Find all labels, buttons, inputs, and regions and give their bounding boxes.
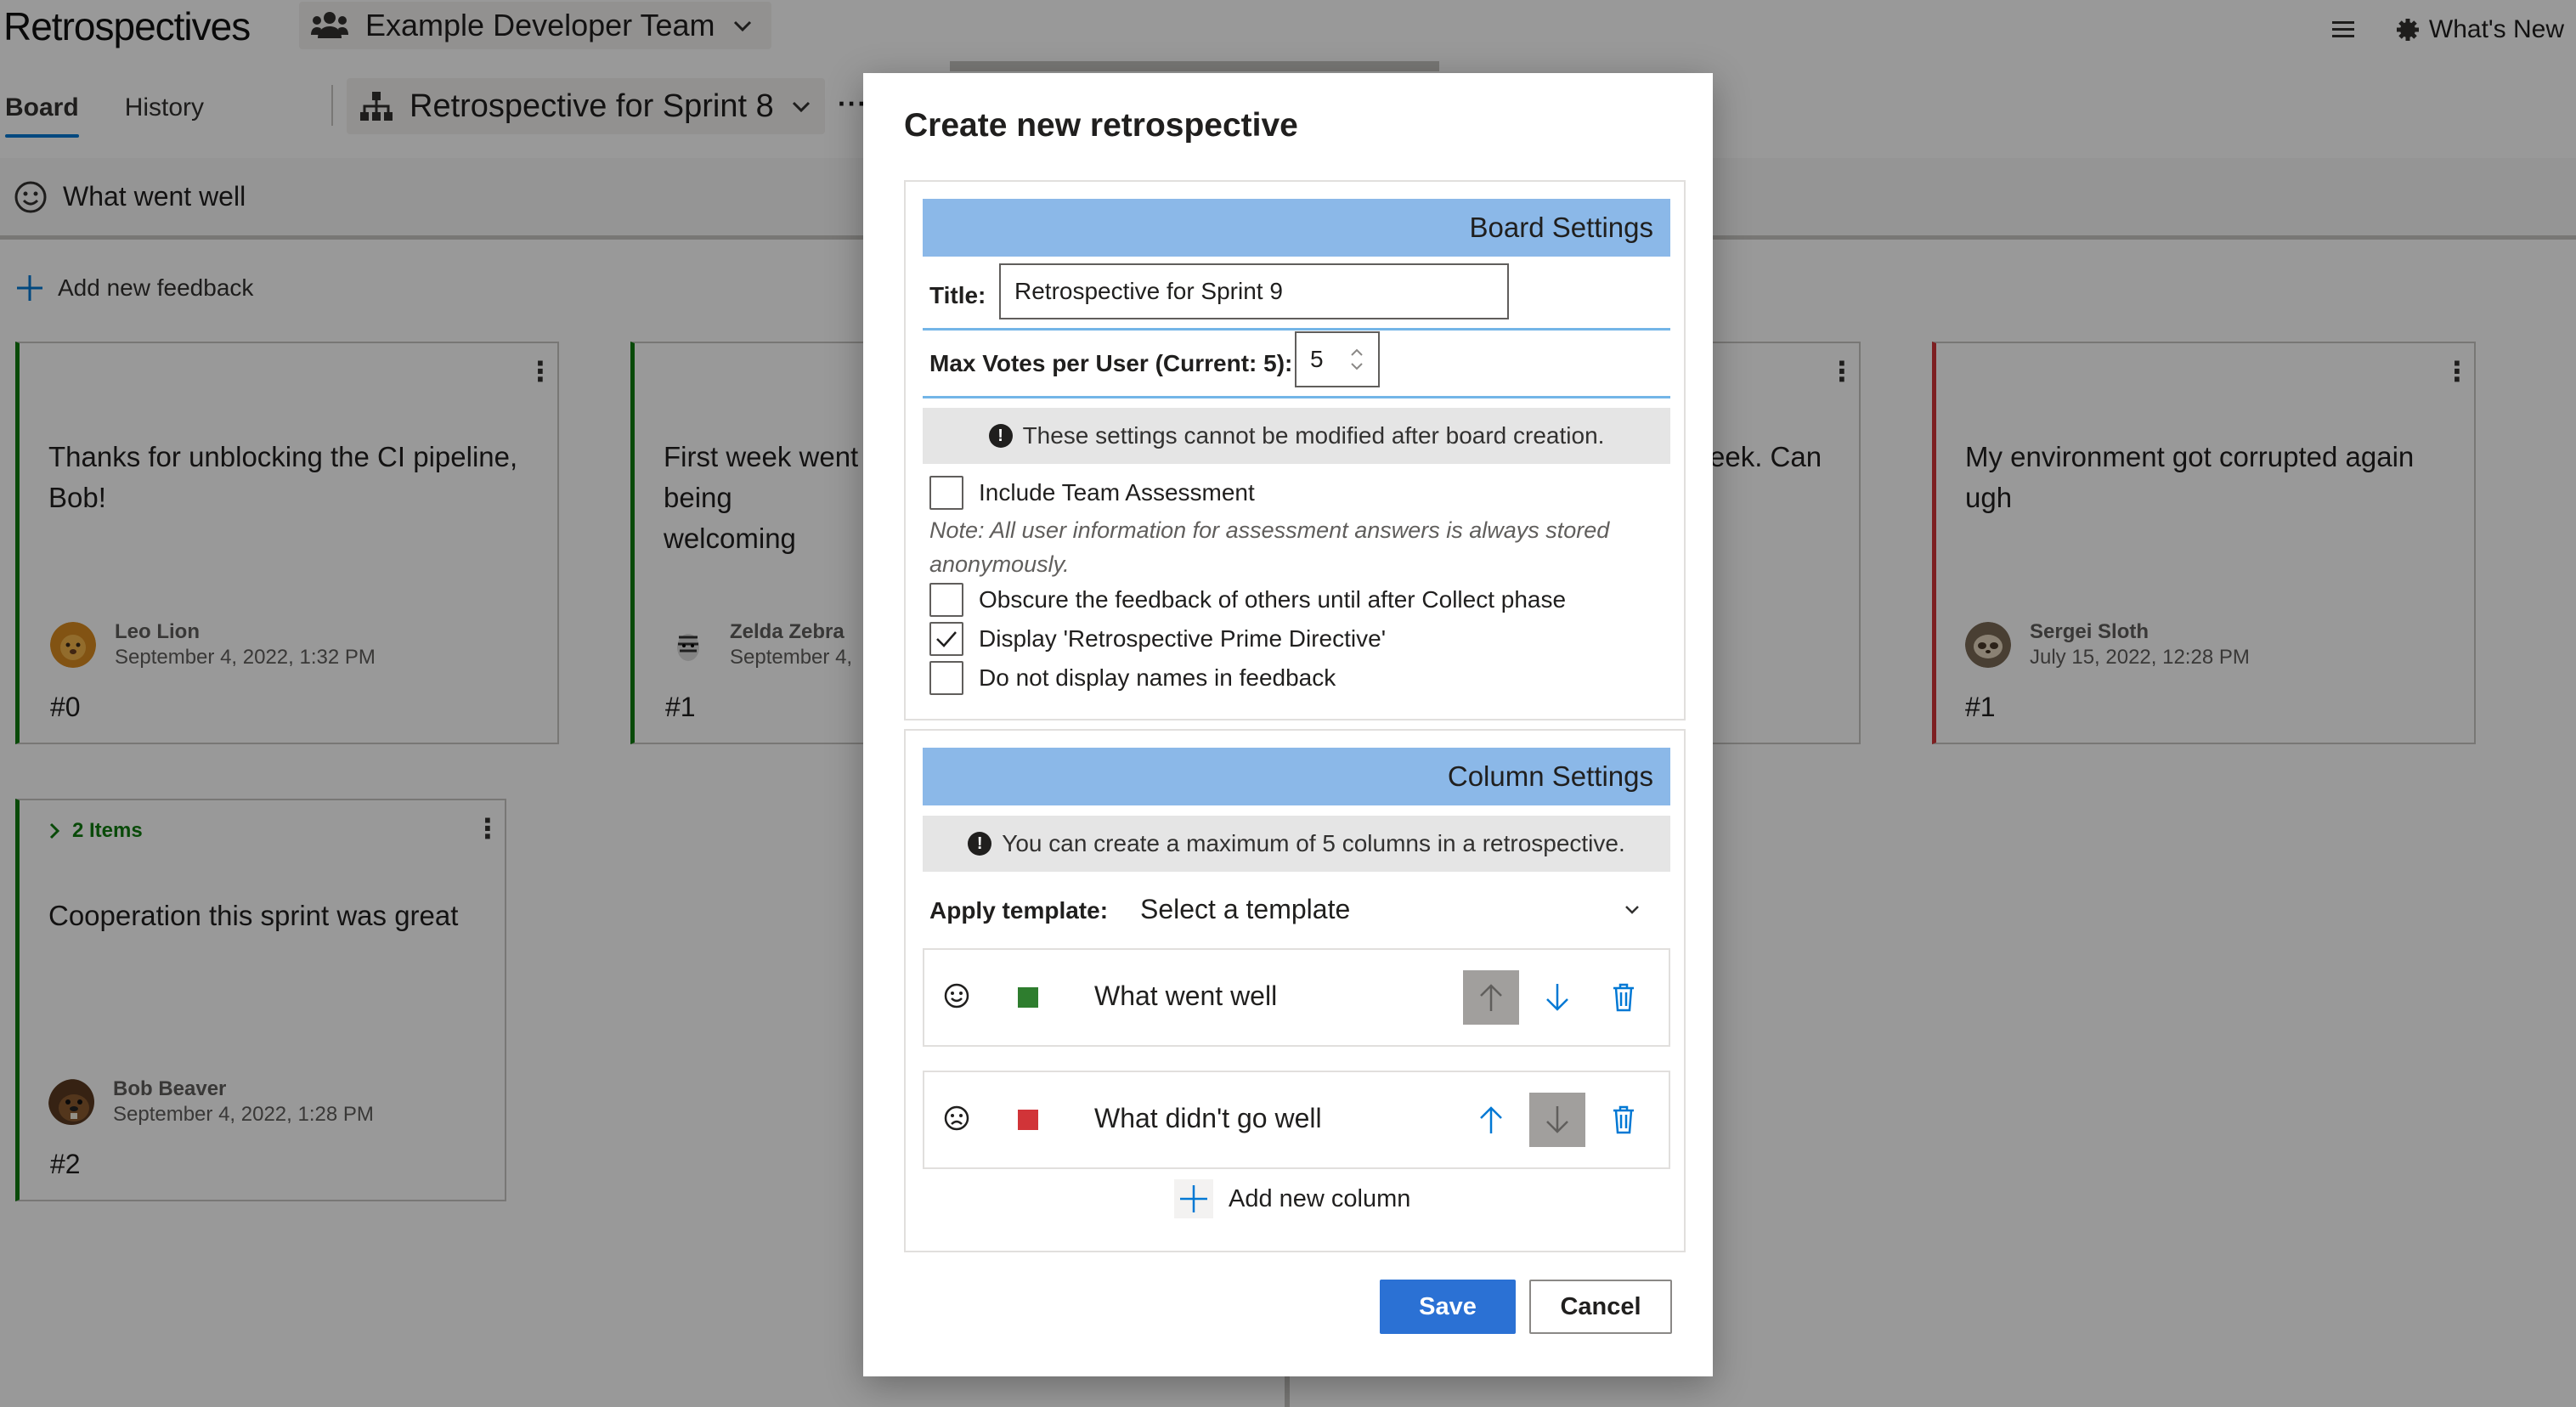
prime-directive-checkbox[interactable]: Display 'Retrospective Prime Directive' <box>929 622 1386 656</box>
info-icon: ! <box>988 424 1013 448</box>
column-color-swatch[interactable] <box>1018 1110 1038 1130</box>
divider <box>923 328 1670 331</box>
include-team-assessment-checkbox[interactable]: Include Team Assessment <box>929 476 1255 510</box>
checkbox[interactable] <box>929 476 963 510</box>
info-message: ! These settings cannot be modified afte… <box>923 408 1670 464</box>
divider <box>923 396 1670 398</box>
move-up-button[interactable] <box>1463 970 1519 1025</box>
column-color-swatch[interactable] <box>1018 987 1038 1008</box>
move-down-button[interactable] <box>1529 1093 1585 1147</box>
column-name: What didn't go well <box>1094 1103 1322 1133</box>
checkbox-label: Include Team Assessment <box>979 479 1255 506</box>
info-text: These settings cannot be modified after … <box>1022 422 1605 449</box>
checkbox-label: Obscure the feedback of others until aft… <box>979 586 1567 613</box>
board-settings-section: Board Settings Title: Retrospective for … <box>904 180 1686 720</box>
assessment-note: Note: All user information for assessmen… <box>929 517 1610 577</box>
add-column-button[interactable]: Add new column <box>1174 1179 1410 1218</box>
save-button[interactable]: Save <box>1380 1280 1516 1334</box>
column-settings-section: Column Settings ! You can create a maxim… <box>904 729 1686 1252</box>
column-row: What went well <box>923 948 1670 1047</box>
template-dropdown[interactable]: Select a template <box>1140 884 1641 935</box>
add-column-label: Add new column <box>1229 1184 1411 1212</box>
obscure-feedback-checkbox[interactable]: Obscure the feedback of others until aft… <box>929 583 1566 617</box>
info-icon: ! <box>968 832 992 856</box>
checkbox[interactable] <box>929 583 963 617</box>
title-label: Title: <box>929 282 986 308</box>
column-row: What didn't go well <box>923 1071 1670 1169</box>
column-name: What went well <box>1094 980 1278 1011</box>
max-votes-stepper[interactable]: 5 <box>1295 331 1380 387</box>
max-votes-label: Max Votes per User (Current: 5): <box>929 350 1293 376</box>
info-message: ! You can create a maximum of 5 columns … <box>923 816 1670 872</box>
checkbox-label: Do not display names in feedback <box>979 664 1336 691</box>
checkbox[interactable] <box>929 622 963 656</box>
smile-icon[interactable] <box>943 982 970 1009</box>
apply-template-label: Apply template: <box>929 897 1109 924</box>
move-up-button[interactable] <box>1463 1093 1519 1147</box>
max-votes-value: 5 <box>1310 346 1324 372</box>
stepper-arrows-icon[interactable] <box>1349 345 1364 374</box>
dialog-title: Create new retrospective <box>904 107 1298 144</box>
template-value: Select a template <box>1140 893 1351 924</box>
section-header: Column Settings <box>923 748 1670 805</box>
checkbox[interactable] <box>929 661 963 695</box>
plus-icon <box>1174 1179 1213 1218</box>
info-text: You can create a maximum of 5 columns in… <box>1002 830 1625 856</box>
section-header: Board Settings <box>923 199 1670 257</box>
hide-names-checkbox[interactable]: Do not display names in feedback <box>929 661 1336 695</box>
title-input[interactable]: Retrospective for Sprint 9 <box>999 263 1509 319</box>
frown-icon[interactable] <box>943 1105 970 1132</box>
delete-icon[interactable] <box>1596 1093 1652 1147</box>
move-down-button[interactable] <box>1529 970 1585 1025</box>
checkbox-label: Display 'Retrospective Prime Directive' <box>979 625 1387 652</box>
delete-icon[interactable] <box>1596 970 1652 1025</box>
checkmark-icon <box>936 631 957 647</box>
cancel-button[interactable]: Cancel <box>1529 1280 1672 1334</box>
create-retrospective-dialog: Create new retrospective Board Settings … <box>863 73 1713 1376</box>
chevron-down-icon <box>1623 903 1641 915</box>
